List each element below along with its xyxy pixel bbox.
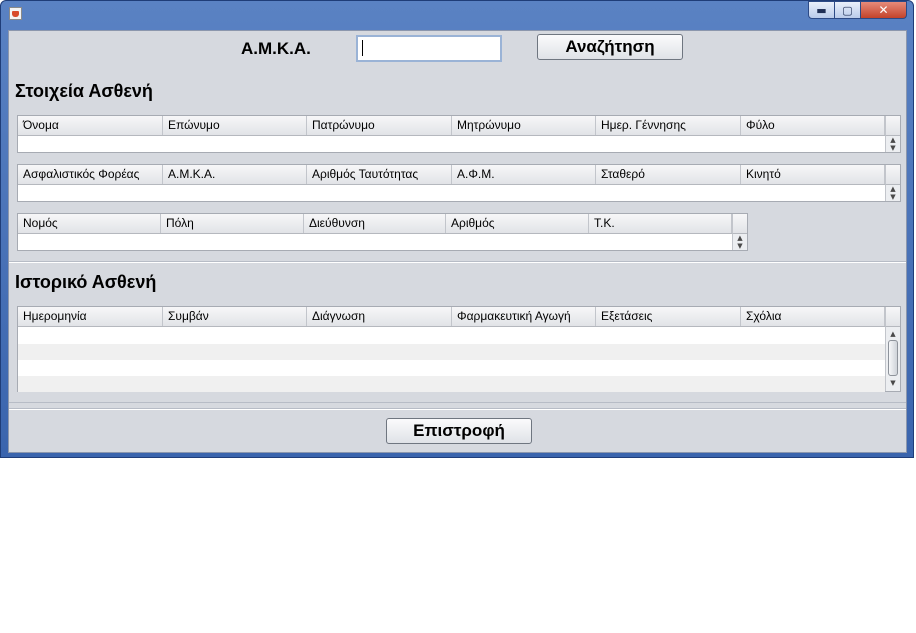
scroll-up-icon[interactable]: ▲ xyxy=(886,330,900,338)
personal-details-table[interactable]: Όνομα Επώνυμο Πατρώνυμο Μητρώνυμο Ημερ. … xyxy=(17,115,901,153)
column-header[interactable]: Νομός xyxy=(18,214,161,233)
column-header[interactable]: Ασφαλιστικός Φορέας xyxy=(18,165,163,184)
scroll-down-icon[interactable]: ▼ xyxy=(886,379,900,387)
column-header[interactable]: Τ.Κ. xyxy=(589,214,732,233)
column-header[interactable]: Ημερομηνία xyxy=(18,307,163,326)
column-header[interactable]: Όνομα xyxy=(18,116,163,135)
column-header[interactable]: Διεύθυνση xyxy=(304,214,446,233)
history-table[interactable]: Ημερομηνία Συμβάν Διάγνωση Φαρμακευτική … xyxy=(17,306,901,392)
column-header[interactable]: Μητρώνυμο xyxy=(452,116,596,135)
column-header[interactable]: Φύλο xyxy=(741,116,885,135)
minimize-button[interactable]: ▬ xyxy=(808,1,835,19)
vertical-scrollbar[interactable]: ▲ ▼ xyxy=(885,136,900,152)
scroll-down-icon[interactable]: ▼ xyxy=(886,193,900,201)
column-header[interactable]: Κινητό xyxy=(741,165,885,184)
column-header[interactable]: Σταθερό xyxy=(596,165,741,184)
table-row[interactable] xyxy=(18,344,885,360)
column-header[interactable]: Πόλη xyxy=(161,214,304,233)
search-button[interactable]: Αναζήτηση xyxy=(537,34,683,60)
application-window: ▬ ▢ ✕ Α.Μ.Κ.Α. Αναζήτηση Στοιχεία Ασθενή… xyxy=(0,0,914,458)
insurance-details-table[interactable]: Ασφαλιστικός Φορέας Α.Μ.Κ.Α. Αριθμός Ταυ… xyxy=(17,164,901,202)
address-details-table[interactable]: Νομός Πόλη Διεύθυνση Αριθμός Τ.Κ. ▲ ▼ xyxy=(17,213,748,251)
main-panel: Α.Μ.Κ.Α. Αναζήτηση Στοιχεία Ασθενή Όνομα… xyxy=(8,30,907,453)
column-header[interactable]: Φαρμακευτική Αγωγή xyxy=(452,307,596,326)
scroll-up-icon[interactable]: ▲ xyxy=(886,136,900,144)
scroll-up-icon[interactable]: ▲ xyxy=(733,234,747,242)
divider xyxy=(9,262,906,263)
scroll-down-icon[interactable]: ▼ xyxy=(733,242,747,250)
table-corner xyxy=(885,307,900,327)
table-row[interactable] xyxy=(18,376,885,392)
vertical-scrollbar[interactable]: ▲ ▼ xyxy=(885,185,900,201)
java-cup-icon xyxy=(9,7,22,20)
column-header[interactable]: Αριθμός Ταυτότητας xyxy=(307,165,452,184)
column-header[interactable]: Πατρώνυμο xyxy=(307,116,452,135)
amka-label: Α.Μ.Κ.Α. xyxy=(241,39,311,58)
column-header[interactable]: Επώνυμο xyxy=(163,116,307,135)
amka-search-input[interactable] xyxy=(356,35,502,62)
table-corner xyxy=(885,165,900,185)
column-header[interactable]: Α.Μ.Κ.Α. xyxy=(163,165,307,184)
back-button[interactable]: Επιστροφή xyxy=(386,418,532,444)
vertical-scrollbar[interactable]: ▲ ▼ xyxy=(885,327,900,391)
close-button[interactable]: ✕ xyxy=(861,1,907,19)
divider xyxy=(9,402,906,403)
vertical-scrollbar[interactable]: ▲ ▼ xyxy=(732,234,747,250)
table-corner xyxy=(732,214,747,234)
column-header[interactable]: Εξετάσεις xyxy=(596,307,741,326)
column-header[interactable]: Συμβάν xyxy=(163,307,307,326)
scroll-down-icon[interactable]: ▼ xyxy=(886,144,900,152)
table-header: Όνομα Επώνυμο Πατρώνυμο Μητρώνυμο Ημερ. … xyxy=(18,116,885,136)
text-caret xyxy=(362,40,363,56)
table-corner xyxy=(885,116,900,136)
column-header[interactable]: Σχόλια xyxy=(741,307,885,326)
column-header[interactable]: Α.Φ.Μ. xyxy=(452,165,596,184)
history-title: Ιστορικό Ασθενή xyxy=(15,272,157,292)
table-header: Ημερομηνία Συμβάν Διάγνωση Φαρμακευτική … xyxy=(18,307,885,327)
scrollbar-thumb[interactable] xyxy=(888,340,898,376)
window-controls: ▬ ▢ ✕ xyxy=(808,1,907,21)
column-header[interactable]: Αριθμός xyxy=(446,214,589,233)
table-header: Ασφαλιστικός Φορέας Α.Μ.Κ.Α. Αριθμός Ταυ… xyxy=(18,165,885,185)
column-header[interactable]: Ημερ. Γέννησης xyxy=(596,116,741,135)
patient-info-title: Στοιχεία Ασθενή xyxy=(15,81,153,101)
scroll-up-icon[interactable]: ▲ xyxy=(886,185,900,193)
column-header[interactable]: Διάγνωση xyxy=(307,307,452,326)
divider xyxy=(9,409,906,410)
maximize-button[interactable]: ▢ xyxy=(835,1,861,19)
table-header: Νομός Πόλη Διεύθυνση Αριθμός Τ.Κ. xyxy=(18,214,732,234)
title-bar[interactable]: ▬ ▢ ✕ xyxy=(1,1,913,27)
